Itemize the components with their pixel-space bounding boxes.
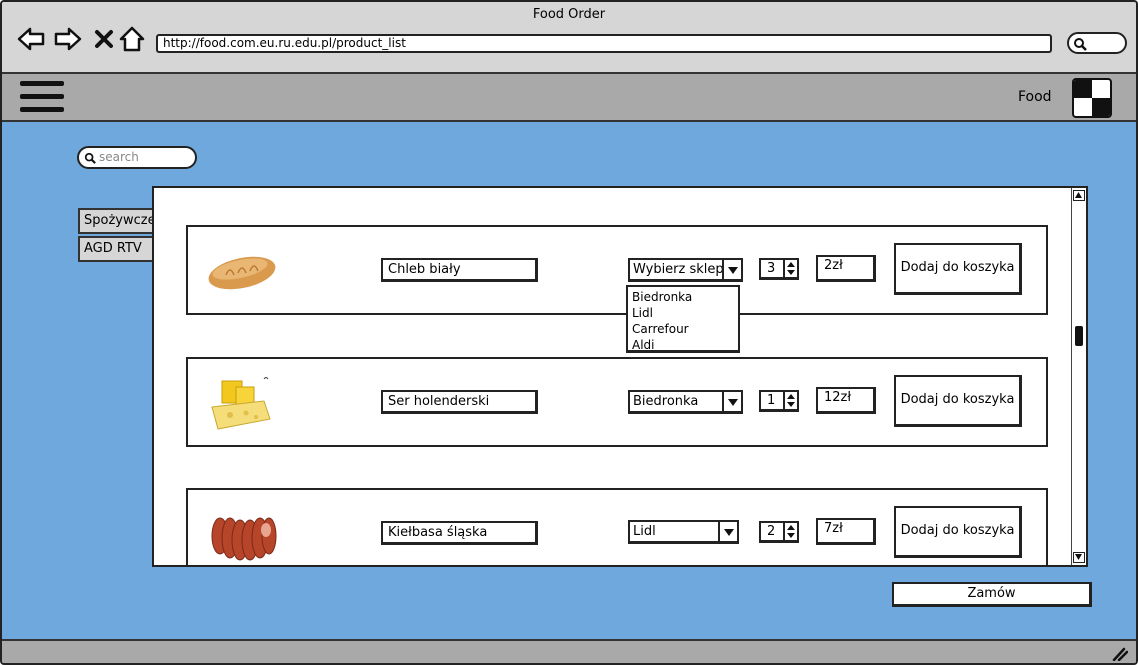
add-to-cart-button[interactable]: Dodaj do koszyka — [894, 375, 1022, 427]
category-agd-rtv[interactable]: AGD RTV — [78, 236, 158, 262]
bread-image — [206, 245, 281, 300]
spinner-icon[interactable] — [783, 523, 797, 540]
scroll-up-icon[interactable] — [1073, 190, 1085, 201]
scroll-down-icon[interactable] — [1073, 552, 1085, 563]
shop-select-value: Wybierz sklep — [633, 262, 724, 277]
shop-select[interactable]: Lidl — [628, 520, 739, 544]
logo-icon — [1072, 78, 1112, 118]
add-to-cart-button[interactable]: Dodaj do koszyka — [894, 243, 1022, 295]
dropdown-option-lidl[interactable]: Lidl — [632, 305, 734, 321]
price-field: 2zł — [816, 255, 876, 282]
quantity-stepper[interactable]: 1 — [759, 390, 799, 412]
search-icon — [1074, 38, 1087, 51]
scroll-thumb[interactable] — [1075, 326, 1083, 346]
browser-search-field[interactable] — [1067, 32, 1127, 54]
shop-select[interactable]: Wybierz sklep — [628, 258, 743, 282]
app-toolbar: Food — [2, 74, 1136, 122]
quantity-value: 1 — [767, 393, 776, 408]
quantity-value: 3 — [767, 261, 776, 276]
status-bar — [2, 639, 1136, 663]
spinner-icon[interactable] — [783, 260, 797, 277]
title-bar: Food Order http://food.com.eu.ru.edu.pl/… — [2, 2, 1136, 74]
forward-arrow-icon[interactable] — [53, 24, 83, 54]
product-row: Kiełbasa śląska Lidl 2 7zł Dodaj do kosz… — [186, 488, 1048, 565]
dropdown-option-carrefour[interactable]: Carrefour — [632, 321, 734, 337]
product-name-field: Kiełbasa śląska — [381, 521, 538, 545]
shop-dropdown-list: Biedronka Lidl Carrefour Aldi — [626, 285, 740, 353]
shop-select-value: Lidl — [633, 524, 656, 539]
stop-icon[interactable] — [89, 24, 119, 54]
browser-window: Food Order http://food.com.eu.ru.edu.pl/… — [0, 0, 1138, 665]
cheese-image — [206, 377, 281, 432]
home-icon[interactable] — [117, 24, 147, 54]
vertical-scrollbar[interactable] — [1071, 188, 1086, 565]
search-input[interactable]: search — [77, 146, 197, 169]
spinner-icon[interactable] — [783, 392, 797, 409]
back-arrow-icon[interactable] — [16, 24, 46, 54]
url-bar[interactable]: http://food.com.eu.ru.edu.pl/product_lis… — [156, 34, 1052, 53]
product-name-field: Chleb biały — [381, 258, 538, 282]
dropdown-option-biedronka[interactable]: Biedronka — [632, 289, 734, 305]
quantity-stepper[interactable]: 3 — [759, 258, 799, 280]
brand-label: Food — [1018, 89, 1052, 105]
resize-grip-icon[interactable] — [1112, 647, 1128, 661]
chevron-down-icon[interactable] — [722, 260, 741, 279]
sausage-image — [206, 508, 281, 563]
dropdown-option-aldi[interactable]: Aldi — [632, 337, 734, 353]
category-spozywcze[interactable]: Spożywcze — [78, 208, 158, 234]
chevron-down-icon[interactable] — [722, 392, 741, 411]
product-list-panel: Chleb biały Wybierz sklep 3 2zł Dodaj do… — [152, 186, 1088, 567]
price-field: 7zł — [816, 518, 876, 545]
main-content: search Spożywcze AGD RTV Chleb biały Wyb… — [2, 122, 1136, 639]
product-row: Ser holenderski Biedronka 1 12zł Dodaj d… — [186, 357, 1048, 447]
shop-select[interactable]: Biedronka — [628, 390, 743, 414]
price-field: 12zł — [816, 387, 876, 414]
quantity-stepper[interactable]: 2 — [759, 521, 799, 543]
product-row: Chleb biały Wybierz sklep 3 2zł Dodaj do… — [186, 225, 1048, 315]
menu-icon[interactable] — [20, 81, 64, 117]
add-to-cart-button[interactable]: Dodaj do koszyka — [894, 506, 1022, 558]
search-icon — [84, 152, 96, 164]
chevron-down-icon[interactable] — [718, 522, 737, 541]
quantity-value: 2 — [767, 524, 776, 539]
window-title: Food Order — [532, 7, 606, 22]
search-placeholder: search — [99, 150, 139, 164]
product-name-field: Ser holenderski — [381, 390, 538, 414]
shop-select-value: Biedronka — [633, 394, 699, 409]
order-button[interactable]: Zamów — [892, 582, 1092, 607]
